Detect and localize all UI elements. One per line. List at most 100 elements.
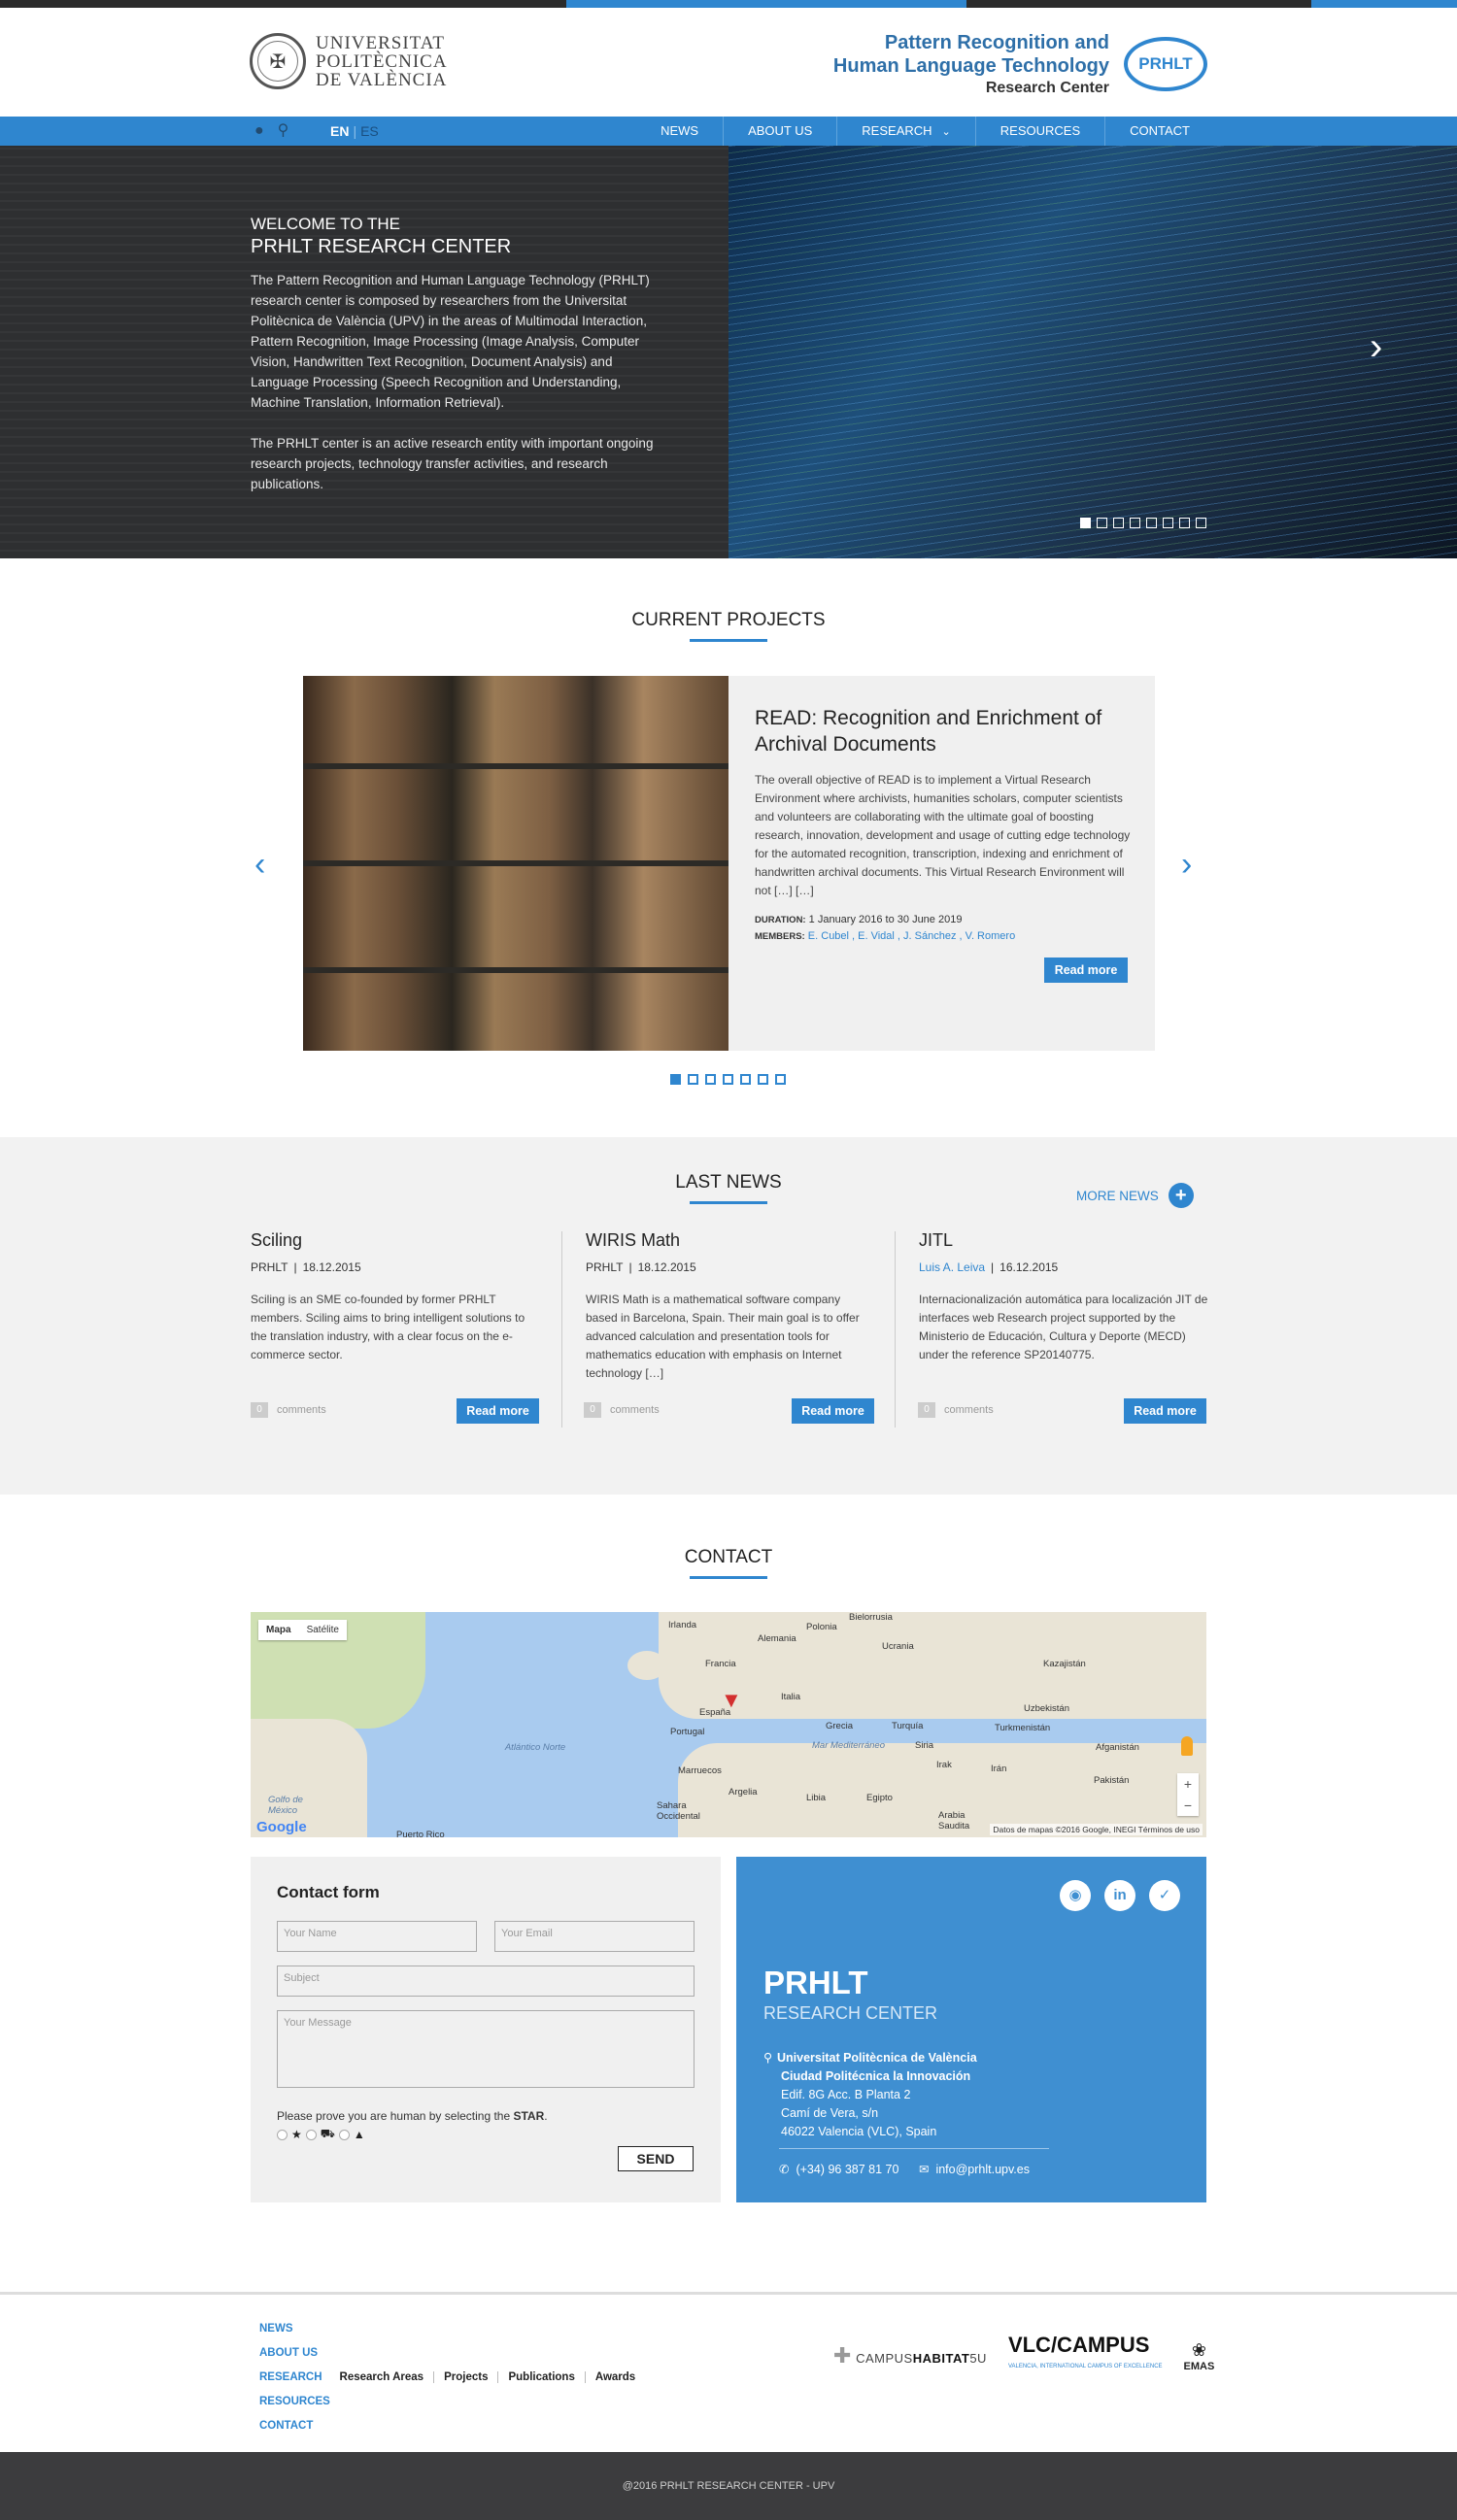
- project-members[interactable]: E. Cubel , E. Vidal , J. Sánchez , V. Ro…: [808, 930, 1015, 942]
- captcha-radio[interactable]: [305, 2129, 317, 2140]
- map-label: Portugal: [670, 1727, 705, 1737]
- footer-sublink-awards[interactable]: Awards: [584, 2371, 636, 2383]
- pagination-dot[interactable]: [1097, 518, 1107, 528]
- contact-phone[interactable]: ✆ (+34) 96 387 81 70: [779, 2162, 898, 2176]
- pagination-dot[interactable]: [740, 1074, 751, 1085]
- google-logo: Google: [256, 1819, 307, 1835]
- nav-item-contact[interactable]: CONTACT: [1104, 117, 1214, 146]
- news-date: 18.12.2015: [637, 1260, 696, 1274]
- news-comments[interactable]: 0 comments: [251, 1402, 326, 1418]
- pagination-dot[interactable]: [1113, 518, 1124, 528]
- news-title[interactable]: Sciling: [251, 1228, 540, 1252]
- more-news-link[interactable]: MORE NEWS +: [1076, 1183, 1194, 1208]
- nav-item-resources[interactable]: RESOURCES: [974, 117, 1104, 146]
- lang-es[interactable]: ES: [360, 123, 379, 139]
- twitter-icon[interactable]: ✓: [1149, 1880, 1180, 1911]
- email-field[interactable]: Your Email: [494, 1921, 695, 1952]
- comment-icon: 0: [584, 1402, 601, 1418]
- footer-link-research[interactable]: RESEARCH: [259, 2371, 322, 2383]
- map-label: Uzbekistán: [1024, 1703, 1069, 1714]
- hero-image: [728, 146, 1457, 558]
- project-read-more-button[interactable]: Read more: [1044, 958, 1128, 983]
- main-nav: ● ⚲ EN | ES NEWS ABOUT US RESEARCH ⌄ RESOUR…: [0, 117, 1457, 146]
- project-description: The overall objective of READ is to impl…: [755, 773, 1131, 897]
- hero-welcome: WELCOME TO THE: [251, 215, 400, 233]
- copyright-bar: @2016 PRHLT RESEARCH CENTER - UPV: [0, 2452, 1457, 2520]
- prhlt-logo[interactable]: PRHLT: [1124, 37, 1207, 91]
- map-pin-icon[interactable]: ▼: [721, 1690, 742, 1711]
- zoom-out-icon[interactable]: −: [1177, 1795, 1199, 1816]
- map-tab-map[interactable]: Mapa: [258, 1620, 299, 1640]
- map-zoom-control: + −: [1177, 1773, 1199, 1816]
- footer-link-contact[interactable]: CONTACT: [259, 2414, 635, 2438]
- center-subtitle: Research Center: [985, 80, 1109, 96]
- news-title[interactable]: WIRIS Math: [586, 1228, 875, 1252]
- nav-item-about-us[interactable]: ABOUT US: [723, 117, 836, 146]
- pagination-dot[interactable]: [1146, 518, 1157, 528]
- projects-prev-arrow-icon[interactable]: ‹: [254, 845, 265, 884]
- pagination-dot[interactable]: [670, 1074, 681, 1085]
- nav-item-news[interactable]: NEWS: [636, 117, 723, 146]
- pagination-dot[interactable]: [1130, 518, 1140, 528]
- projects-next-arrow-icon[interactable]: ›: [1181, 845, 1192, 884]
- footer-sublink-publications[interactable]: Publications: [497, 2371, 575, 2383]
- message-field[interactable]: Your Message: [277, 2010, 695, 2088]
- linkedin-icon[interactable]: in: [1104, 1880, 1135, 1911]
- news-comments[interactable]: 0 comments: [584, 1402, 660, 1418]
- map-label: Polonia: [806, 1622, 837, 1632]
- footer-link-resources[interactable]: RESOURCES: [259, 2390, 635, 2414]
- pagination-dot[interactable]: [705, 1074, 716, 1085]
- pagination-dot[interactable]: [688, 1074, 698, 1085]
- contact-section-title: CONTACT: [0, 1547, 1457, 1579]
- map-label: Italia: [781, 1692, 801, 1702]
- site-header: ✠ UNIVERSITAT POLITÈCNICA DE VALÈNCIA Pa…: [0, 8, 1457, 117]
- lang-en[interactable]: EN: [330, 123, 349, 139]
- map-tab-satellite[interactable]: Satélite: [299, 1620, 347, 1640]
- news-author[interactable]: Luis A. Leiva: [919, 1260, 985, 1274]
- pagination-dot[interactable]: [1163, 518, 1173, 528]
- vlc-campus-logo[interactable]: VLC/CAMPUS VALENCIA, INTERNATIONAL CAMPUS…: [1008, 2335, 1163, 2377]
- upv-logo[interactable]: ✠ UNIVERSITAT POLITÈCNICA DE VALÈNCIA: [250, 33, 448, 89]
- contact-email[interactable]: ✉ info@prhlt.upv.es: [919, 2162, 1030, 2176]
- campus-habitat-logo[interactable]: ✚ CAMPUSHABITAT5U: [833, 2343, 987, 2369]
- footer-sublink-projects[interactable]: Projects: [433, 2371, 489, 2383]
- comment-icon: 0: [918, 1402, 935, 1418]
- nav-item-research[interactable]: RESEARCH ⌄: [836, 117, 974, 146]
- captcha-radio[interactable]: [338, 2129, 350, 2140]
- street-view-icon[interactable]: [1181, 1736, 1193, 1756]
- user-icon[interactable]: ●: [254, 120, 264, 142]
- map-label: Turquía: [892, 1721, 924, 1731]
- news-comments[interactable]: 0 comments: [918, 1402, 994, 1418]
- zoom-in-icon[interactable]: +: [1177, 1773, 1199, 1795]
- footer-link-about-us[interactable]: ABOUT US: [259, 2341, 635, 2366]
- news-title[interactable]: JITL: [919, 1228, 1208, 1252]
- name-field[interactable]: Your Name: [277, 1921, 477, 1952]
- project-title[interactable]: READ: Recognition and Enrichment of Arch…: [755, 705, 1134, 757]
- captcha-radio[interactable]: [277, 2129, 288, 2140]
- map-type-toggle: Mapa Satélite: [258, 1620, 347, 1640]
- members-label: MEMBERS:: [755, 931, 805, 942]
- pagination-dot[interactable]: [723, 1074, 733, 1085]
- pagination-dot[interactable]: [1196, 518, 1206, 528]
- news-read-more-button[interactable]: Read more: [457, 1398, 539, 1424]
- contact-info-panel: ◉ in ✓ PRHLT RESEARCH CENTER ⚲ Universita…: [736, 1857, 1206, 2202]
- projects-section-title: CURRENT PROJECTS: [0, 610, 1457, 642]
- map[interactable]: Mapa Satélite Irlanda Polonia Bielorrusi…: [251, 1612, 1206, 1837]
- contact-form: Contact form Your Name Your Email Subjec…: [251, 1857, 721, 2202]
- emas-logo[interactable]: ❀ EMAS: [1184, 2340, 1215, 2372]
- search-icon[interactable]: ⚲: [278, 120, 289, 142]
- hero-next-arrow-icon[interactable]: ›: [1370, 325, 1391, 368]
- news-read-more-button[interactable]: Read more: [1124, 1398, 1206, 1424]
- footer-link-news[interactable]: NEWS: [259, 2317, 635, 2341]
- news-read-more-button[interactable]: Read more: [792, 1398, 874, 1424]
- subject-field[interactable]: Subject: [277, 1966, 695, 1997]
- pagination-dot[interactable]: [775, 1074, 786, 1085]
- footer-sublink-research-areas[interactable]: Research Areas: [340, 2371, 424, 2383]
- send-button[interactable]: SEND: [618, 2146, 694, 2171]
- page: ✠ UNIVERSITAT POLITÈCNICA DE VALÈNCIA Pa…: [0, 0, 1457, 2520]
- pagination-dot[interactable]: [1179, 518, 1190, 528]
- pagination-dot[interactable]: [1080, 518, 1091, 528]
- map-credits[interactable]: Datos de mapas ©2016 Google, INEGI Térmi…: [990, 1824, 1203, 1835]
- pagination-dot[interactable]: [758, 1074, 768, 1085]
- github-icon[interactable]: ◉: [1060, 1880, 1091, 1911]
